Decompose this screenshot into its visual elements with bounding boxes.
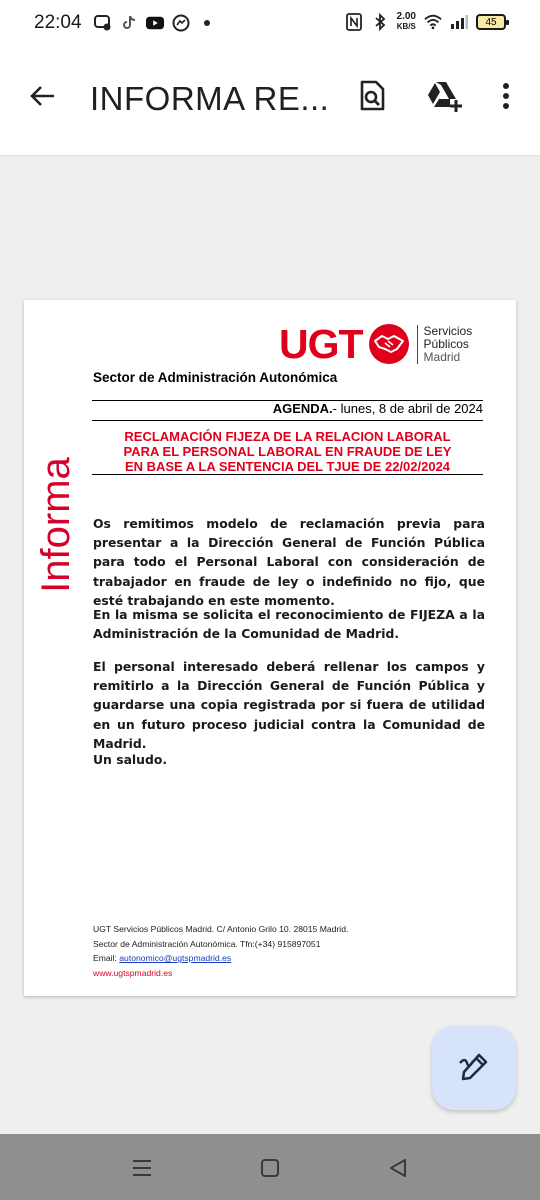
system-back-button[interactable] bbox=[384, 1154, 412, 1182]
status-icons-right: 2.00 KB/S 45 bbox=[345, 12, 509, 32]
more-options-button[interactable] bbox=[486, 76, 526, 116]
drive-add-icon bbox=[428, 82, 462, 112]
nfc-icon bbox=[345, 13, 363, 31]
draw-pen-icon bbox=[459, 1053, 488, 1081]
document-page[interactable]: Informa UGT Servicios Públicos Madrid Se… bbox=[24, 300, 516, 996]
status-icons-left bbox=[94, 14, 216, 32]
paragraph-4: Un saludo. bbox=[93, 752, 168, 767]
document-footer: UGT Servicios Públicos Madrid. C/ Antoni… bbox=[93, 922, 348, 980]
menu-lines-icon bbox=[133, 1160, 151, 1176]
logo-brand: UGT bbox=[279, 320, 364, 367]
messenger-icon bbox=[172, 14, 190, 32]
net-speed-value: 2.00 bbox=[396, 11, 416, 22]
logo-line-3: Madrid bbox=[423, 349, 461, 364]
chat-icon bbox=[94, 14, 112, 32]
footer-phone: Sector de Administración Autonómica. Tfn… bbox=[93, 938, 321, 949]
back-button[interactable] bbox=[24, 78, 60, 114]
bluetooth-icon bbox=[371, 13, 389, 31]
battery-level: 45 bbox=[485, 16, 497, 28]
headline-line-1: RECLAMACIÓN FIJEZA DE LA RELACION LABORA… bbox=[124, 429, 451, 444]
add-to-drive-button[interactable] bbox=[424, 76, 464, 116]
square-icon bbox=[261, 1159, 279, 1177]
paragraph-2: En la misma se solicita el reconocimient… bbox=[93, 607, 485, 642]
logo-line-2: Públicos bbox=[423, 336, 469, 351]
headline-line-2: PARA EL PERSONAL LABORAL EN FRAUDE DE LE… bbox=[123, 444, 452, 459]
search-in-document-button[interactable] bbox=[352, 76, 392, 116]
agenda-date: - lunes, 8 de abril de 2024 bbox=[332, 401, 483, 416]
document-title: INFORMA RE... bbox=[90, 80, 330, 117]
headline: RECLAMACIÓN FIJEZA DE LA RELACION LABORA… bbox=[92, 429, 483, 474]
triangle-back-icon bbox=[390, 1159, 406, 1177]
divider-bottom bbox=[92, 474, 483, 475]
arrow-left-icon bbox=[30, 86, 54, 106]
recent-apps-button[interactable] bbox=[128, 1154, 156, 1182]
net-speed-unit: KB/S bbox=[396, 22, 416, 31]
footer-email-link[interactable]: autonomico@ugtspmadrid.es bbox=[119, 953, 231, 963]
wifi-icon bbox=[424, 13, 442, 31]
system-navigation-bar bbox=[0, 1134, 540, 1200]
battery-icon: 45 bbox=[476, 14, 509, 30]
footer-email-line: Email: autonomico@ugtspmadrid.es bbox=[93, 951, 348, 966]
edit-annotate-button[interactable] bbox=[432, 1026, 516, 1110]
status-bar: 22:04 2.00 KB/S 45 bbox=[0, 0, 540, 48]
agenda-line: AGENDA.- lunes, 8 de abril de 2024 bbox=[273, 401, 483, 416]
logo-caption: Servicios Públicos Madrid bbox=[416, 323, 473, 364]
net-speed: 2.00 KB/S bbox=[397, 12, 416, 32]
footer-web-link[interactable]: www.ugtspmadrid.es bbox=[93, 966, 348, 981]
app-bar: INFORMA RE... bbox=[0, 48, 540, 156]
footer-address: UGT Servicios Públicos Madrid. C/ Antoni… bbox=[93, 924, 349, 934]
logo-line-1: Servicios bbox=[423, 323, 473, 338]
agenda-label: AGENDA. bbox=[272, 401, 333, 416]
paragraph-1: Os remitimos modelo de reclamación previ… bbox=[93, 516, 485, 608]
tiktok-icon bbox=[120, 14, 138, 32]
divider-middle bbox=[92, 420, 483, 421]
dot-icon bbox=[198, 14, 216, 32]
footer-email-label: Email: bbox=[93, 953, 120, 964]
more-vert-icon bbox=[503, 83, 509, 109]
signal-icon bbox=[450, 13, 468, 31]
handshake-icon bbox=[368, 324, 409, 364]
sector-heading: Sector de Administración Autonómica bbox=[93, 370, 338, 385]
status-time: 22:04 bbox=[34, 12, 82, 33]
ugt-logo: UGT Servicios Públicos Madrid bbox=[279, 321, 473, 367]
paragraph-3: El personal interesado deberá rellenar l… bbox=[93, 659, 485, 751]
find-in-page-icon bbox=[360, 80, 385, 111]
informa-side-label: Informa bbox=[34, 457, 78, 593]
youtube-icon bbox=[146, 14, 164, 32]
home-button[interactable] bbox=[256, 1154, 284, 1182]
headline-line-3: EN BASE A LA SENTENCIA DEL TJUE DE 22/02… bbox=[124, 459, 451, 474]
